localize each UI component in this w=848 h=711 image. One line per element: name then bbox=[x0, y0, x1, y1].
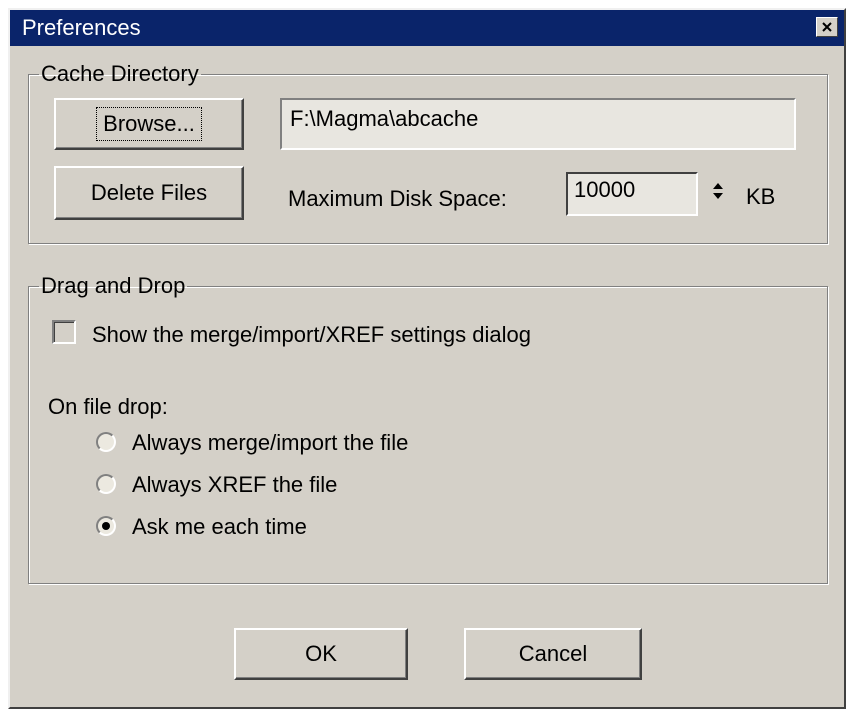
show-settings-checkbox[interactable] bbox=[52, 320, 76, 344]
cancel-button[interactable]: Cancel bbox=[464, 628, 642, 680]
preferences-dialog: Preferences Cache Directory Browse... F:… bbox=[8, 8, 846, 709]
delete-files-button[interactable]: Delete Files bbox=[54, 166, 244, 220]
radio-always-merge-label[interactable]: Always merge/import the file bbox=[132, 430, 408, 456]
max-disk-space-spinner[interactable] bbox=[708, 174, 728, 208]
radio-always-xref[interactable] bbox=[96, 474, 116, 494]
close-button[interactable] bbox=[816, 17, 838, 37]
cache-directory-legend: Cache Directory bbox=[41, 61, 199, 86]
delete-files-button-label: Delete Files bbox=[90, 180, 208, 205]
ok-button-label: OK bbox=[305, 641, 337, 666]
close-icon bbox=[822, 22, 832, 32]
ok-button[interactable]: OK bbox=[234, 628, 408, 680]
title-bar[interactable]: Preferences bbox=[10, 10, 844, 46]
radio-always-xref-label[interactable]: Always XREF the file bbox=[132, 472, 337, 498]
on-file-drop-label: On file drop: bbox=[48, 394, 168, 419]
max-disk-space-input[interactable]: 10000 bbox=[566, 172, 698, 216]
radio-always-merge[interactable] bbox=[96, 432, 116, 452]
radio-ask-each-time-label[interactable]: Ask me each time bbox=[132, 514, 307, 540]
spin-down-icon[interactable] bbox=[713, 193, 723, 199]
browse-button[interactable]: Browse... bbox=[54, 98, 244, 150]
show-settings-label[interactable]: Show the merge/import/XREF settings dial… bbox=[92, 322, 531, 348]
max-disk-space-label: Maximum Disk Space: bbox=[288, 186, 507, 211]
cancel-button-label: Cancel bbox=[518, 641, 588, 666]
cache-path-field[interactable]: F:\Magma\abcache bbox=[280, 98, 796, 150]
window-title: Preferences bbox=[22, 15, 141, 40]
radio-ask-each-time[interactable] bbox=[96, 516, 116, 536]
spin-up-icon[interactable] bbox=[713, 183, 723, 189]
drag-and-drop-legend: Drag and Drop bbox=[41, 273, 186, 298]
browse-button-label: Browse... bbox=[96, 107, 202, 141]
disk-unit-label: KB bbox=[746, 184, 776, 209]
